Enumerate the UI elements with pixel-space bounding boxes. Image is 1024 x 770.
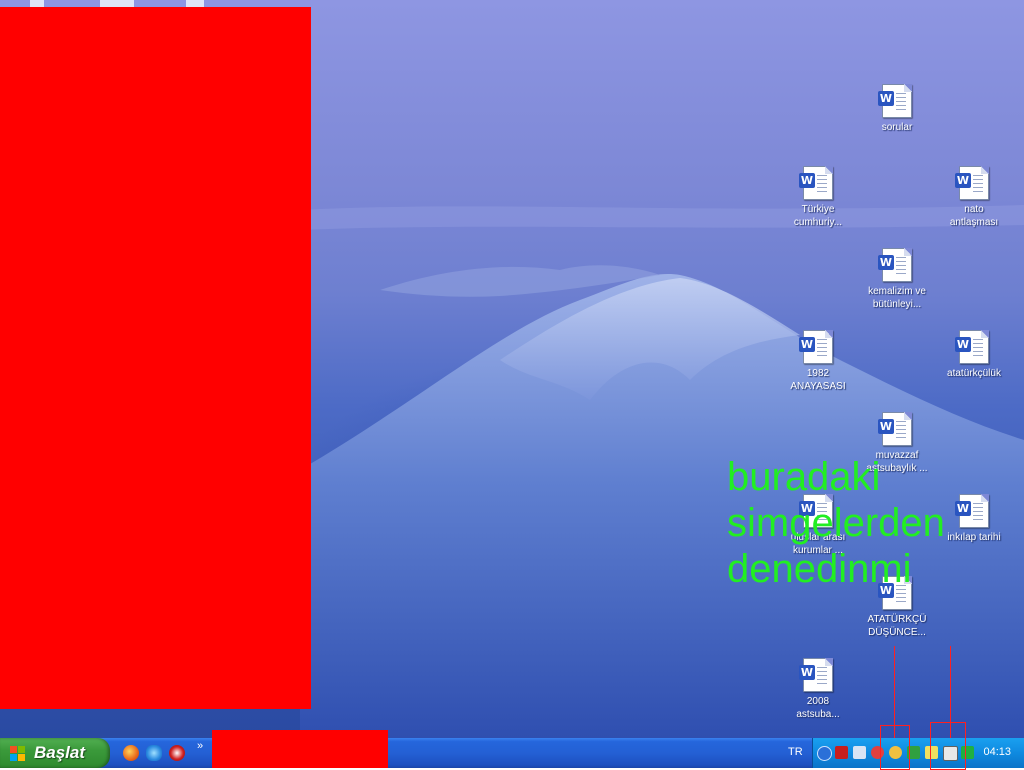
- word-document-icon: W: [955, 166, 989, 200]
- desktop-icon-ataturkculuk[interactable]: W atatürkçülük: [936, 330, 1012, 380]
- start-label: Başlat: [34, 743, 86, 762]
- desktop-icon-2008-astsubay[interactable]: W 2008 astsuba...: [780, 658, 856, 721]
- redaction-block: [212, 730, 388, 768]
- desktop-icon-label: inkılap tarihi: [947, 532, 1001, 543]
- internet-explorer-icon[interactable]: [146, 745, 162, 761]
- clock[interactable]: 04:13: [983, 746, 1011, 758]
- desktop-icon-label: atatürkçülük: [947, 368, 1001, 379]
- annotation-highlight-box: [880, 725, 910, 770]
- redaction-block: [0, 7, 311, 709]
- partial-top-icon: [30, 0, 44, 7]
- desktop-icon-label: 2008 astsuba...: [796, 696, 840, 720]
- desktop-icon-nato-antlasmasi[interactable]: W nato antlaşması: [936, 166, 1012, 229]
- language-indicator[interactable]: TR: [788, 746, 803, 758]
- desktop-icon-label: kemalizim ve bütünleyi...: [868, 286, 926, 310]
- partial-top-icon: [100, 0, 134, 7]
- start-button[interactable]: Başlat: [0, 738, 110, 768]
- word-document-icon: W: [878, 412, 912, 446]
- system-tray: 04:13: [812, 738, 1024, 768]
- word-document-icon: W: [799, 658, 833, 692]
- windows-flag-icon: [10, 746, 26, 762]
- expand-icon[interactable]: [817, 746, 832, 761]
- taskbar: Başlat » TR 04:13: [0, 722, 1024, 770]
- annotation-highlight-box: [930, 722, 966, 770]
- desktop-icon-label: ATATÜRKÇÜ DÜŞÜNCE...: [867, 614, 927, 638]
- desktop-icon-sorular[interactable]: W sorular: [859, 84, 935, 134]
- desktop-icon-label: sorular: [881, 122, 913, 133]
- media-icon[interactable]: [169, 745, 185, 761]
- word-document-icon: W: [955, 330, 989, 364]
- desktop-icon-label: Türkiye cumhuriy...: [793, 204, 843, 228]
- desktop-icon-label: nato antlaşması: [949, 204, 999, 228]
- annotation-text: buradaki simgelerden denedinmi: [727, 455, 945, 591]
- firefox-icon[interactable]: [123, 745, 139, 761]
- quick-launch-chevron-icon[interactable]: »: [197, 740, 203, 752]
- word-document-icon: W: [799, 330, 833, 364]
- desktop-icon-turkiye-cumhuriyeti[interactable]: W Türkiye cumhuriy...: [780, 166, 856, 229]
- desktop: W sorular W Türkiye cumhuriy... W nato a…: [0, 0, 1024, 738]
- word-document-icon: W: [799, 166, 833, 200]
- network-icon[interactable]: [853, 746, 866, 759]
- desktop-icon-kemalizim[interactable]: W kemalizim ve bütünleyi...: [859, 248, 935, 311]
- word-document-icon: W: [878, 248, 912, 282]
- desktop-icon-label: 1982 ANAYASASI: [790, 368, 846, 392]
- partial-top-icon: [186, 0, 204, 7]
- word-document-icon: W: [878, 84, 912, 118]
- desktop-icon-inkilap-tarihi[interactable]: W inkılap tarihi: [936, 494, 1012, 544]
- acrobat-icon[interactable]: [835, 746, 848, 759]
- desktop-icon-1982-anayasasi[interactable]: W 1982 ANAYASASI: [780, 330, 856, 393]
- word-document-icon: W: [955, 494, 989, 528]
